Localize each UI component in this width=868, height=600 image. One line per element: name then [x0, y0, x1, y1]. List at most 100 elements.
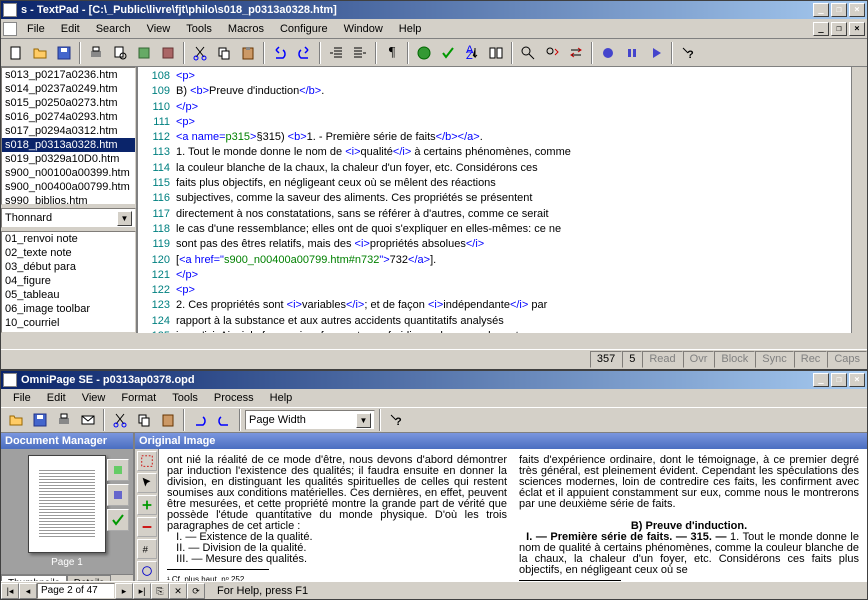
cliplib-combo[interactable]: Thonnard ▼ — [1, 208, 136, 228]
undo-button[interactable] — [189, 409, 211, 431]
menu-window[interactable]: Window — [336, 21, 391, 37]
thumb-tool-3[interactable] — [107, 509, 129, 531]
remove-tool[interactable] — [137, 517, 157, 537]
textpad-titlebar[interactable]: s - TextPad - [C:\_Public\livre\fjt\phil… — [1, 1, 867, 19]
nav-next-button[interactable]: ▸ — [115, 583, 133, 599]
props-tool[interactable] — [137, 561, 157, 581]
compare-button[interactable] — [485, 42, 507, 64]
file-item[interactable]: s900_n00100a00399.htm — [2, 166, 135, 180]
hscrollbar[interactable] — [1, 333, 867, 349]
thumb-tool-1[interactable] — [107, 459, 129, 481]
paste-button[interactable] — [237, 42, 259, 64]
file-item[interactable]: s013_p0217a0236.htm — [2, 68, 135, 82]
page-thumbnail[interactable] — [28, 455, 106, 553]
thumb-tool-2[interactable] — [107, 484, 129, 506]
redo-button[interactable] — [293, 42, 315, 64]
cut-button[interactable] — [189, 42, 211, 64]
clip-item[interactable]: 05_tableau — [2, 288, 135, 302]
nav-tool-3[interactable]: ⟳ — [187, 583, 205, 599]
redo-button[interactable] — [213, 409, 235, 431]
nav-first-button[interactable]: |◂ — [1, 583, 19, 599]
save-button[interactable] — [53, 42, 75, 64]
menu-tools[interactable]: Tools — [164, 390, 206, 406]
print-preview-button[interactable] — [109, 42, 131, 64]
file-item[interactable]: s016_p0274a0293.htm — [2, 110, 135, 124]
web-button[interactable] — [413, 42, 435, 64]
check-button[interactable] — [437, 42, 459, 64]
file-item[interactable]: s900_n00400a00799.htm — [2, 180, 135, 194]
close-button[interactable]: × — [849, 373, 865, 387]
nav-last-button[interactable]: ▸| — [133, 583, 151, 599]
menu-edit[interactable]: Edit — [39, 390, 74, 406]
file-item[interactable]: s990_biblios.htm — [2, 194, 135, 205]
minimize-button[interactable]: _ — [813, 373, 829, 387]
clip-list[interactable]: 01_renvoi note02_texte note03_début para… — [1, 231, 136, 333]
indent-button[interactable] — [325, 42, 347, 64]
vscrollbar[interactable] — [851, 67, 867, 333]
mail-button[interactable] — [77, 409, 99, 431]
outdent-button[interactable] — [349, 42, 371, 64]
menu-help[interactable]: Help — [391, 21, 430, 37]
zoom-combo[interactable]: Page Width ▼ — [245, 410, 375, 430]
undo-button[interactable] — [269, 42, 291, 64]
sort-button[interactable]: AZ — [461, 42, 483, 64]
add-tool[interactable] — [137, 495, 157, 515]
restore-button[interactable]: ❐ — [831, 373, 847, 387]
zone-tool[interactable] — [137, 451, 157, 471]
record-button[interactable] — [597, 42, 619, 64]
clip-item[interactable]: 01_renvoi note — [2, 232, 135, 246]
nav-tool-1[interactable]: ⎘ — [151, 583, 169, 599]
cut-button[interactable] — [109, 409, 131, 431]
minimize-button[interactable]: _ — [813, 3, 829, 17]
context-help-button[interactable]: ? — [385, 409, 407, 431]
clip-item[interactable]: 10_courriel — [2, 316, 135, 330]
file-item[interactable]: s019_p0329a10D0.htm — [2, 152, 135, 166]
select-tool[interactable] — [137, 473, 157, 493]
nav-tool-2[interactable]: ✕ — [169, 583, 187, 599]
nav-page-field[interactable]: Page 2 of 47 — [37, 583, 115, 599]
file-item[interactable]: s018_p0313a0328.htm — [2, 138, 135, 152]
play-button[interactable] — [645, 42, 667, 64]
clip-item[interactable]: 06_image toolbar — [2, 302, 135, 316]
help-button[interactable]: ? — [677, 42, 699, 64]
menu-view[interactable]: View — [139, 21, 179, 37]
print-button[interactable] — [85, 42, 107, 64]
combo-dropdown-button[interactable]: ▼ — [117, 211, 132, 226]
restore-button[interactable]: ❐ — [831, 3, 847, 17]
menu-file[interactable]: File — [5, 390, 39, 406]
open-button[interactable] — [29, 42, 51, 64]
clip-item[interactable]: 02_texte note — [2, 246, 135, 260]
new-button[interactable] — [5, 42, 27, 64]
menu-file[interactable]: File — [19, 21, 53, 37]
menu-format[interactable]: Format — [113, 390, 164, 406]
pilcrow-button[interactable]: ¶ — [381, 42, 403, 64]
doc-minimize-button[interactable]: _ — [813, 22, 829, 36]
file-item[interactable]: s014_p0237a0249.htm — [2, 82, 135, 96]
close-button[interactable]: × — [849, 3, 865, 17]
omnipage-titlebar[interactable]: OmniPage SE - p0313ap0378.opd _ ❐ × — [1, 371, 867, 389]
menu-search[interactable]: Search — [88, 21, 139, 37]
doc-restore-button[interactable]: ❐ — [831, 22, 847, 36]
open-button[interactable] — [5, 409, 27, 431]
tool-button-2[interactable] — [157, 42, 179, 64]
paste-button[interactable] — [157, 409, 179, 431]
menu-edit[interactable]: Edit — [53, 21, 88, 37]
file-item[interactable]: s015_p0250a0273.htm — [2, 96, 135, 110]
zoom-dropdown-button[interactable]: ▼ — [356, 413, 371, 428]
file-list[interactable]: s013_p0217a0236.htms014_p0237a0249.htms0… — [1, 67, 136, 205]
reorder-tool[interactable]: # — [137, 539, 157, 559]
menu-configure[interactable]: Configure — [272, 21, 336, 37]
pause-button[interactable] — [621, 42, 643, 64]
menu-help[interactable]: Help — [262, 390, 301, 406]
clip-item[interactable]: 03_début para — [2, 260, 135, 274]
find-button[interactable] — [517, 42, 539, 64]
file-item[interactable]: s017_p0294a0312.htm — [2, 124, 135, 138]
tab-details[interactable]: Details — [67, 575, 112, 581]
menu-macros[interactable]: Macros — [220, 21, 272, 37]
find-next-button[interactable] — [541, 42, 563, 64]
copy-button[interactable] — [213, 42, 235, 64]
menu-process[interactable]: Process — [206, 390, 262, 406]
tab-thumbnails[interactable]: Thumbnails — [1, 575, 67, 581]
menu-view[interactable]: View — [74, 390, 114, 406]
original-image-view[interactable]: ont nié la réalité de ce mode d'être, no… — [159, 449, 867, 581]
